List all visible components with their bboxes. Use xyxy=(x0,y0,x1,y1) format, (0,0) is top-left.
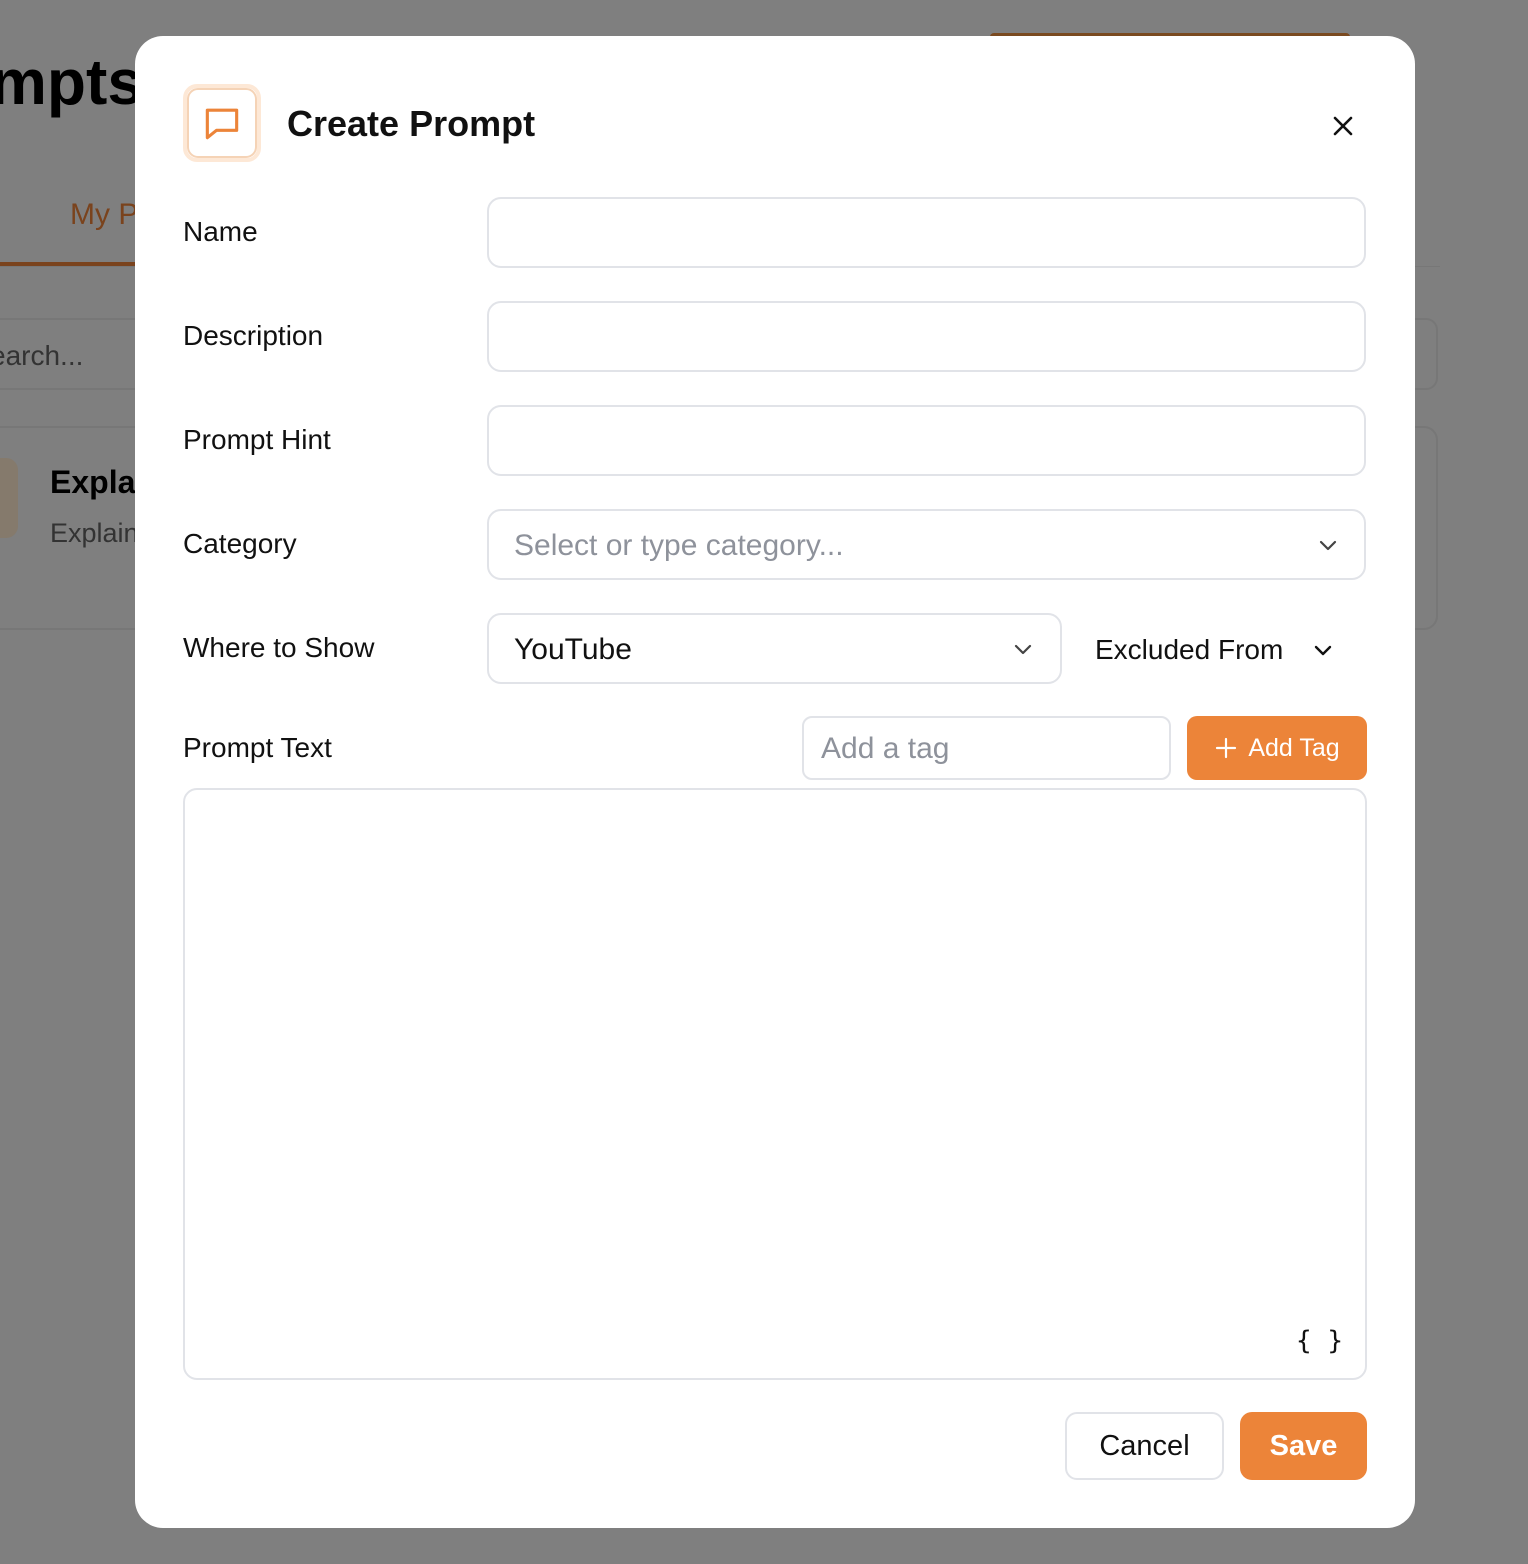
background-search-placeholder: earch... xyxy=(0,340,84,371)
chevron-down-icon xyxy=(1014,644,1032,655)
create-prompt-dialog: Create Prompt Name Description Prompt Hi… xyxy=(135,36,1415,1528)
tag-placeholder: Add a tag xyxy=(821,732,950,765)
prompt-text-area[interactable]: { } xyxy=(183,788,1367,1380)
excluded-from-label: Excluded From xyxy=(1095,634,1284,665)
background-tab-my-prompts: My P xyxy=(70,198,139,231)
category-placeholder: Select or type category... xyxy=(514,529,844,562)
plus-icon xyxy=(1216,737,1237,759)
name-label: Name xyxy=(183,216,258,247)
background-page-title: mpts xyxy=(0,46,143,118)
chevron-down-icon xyxy=(1315,645,1332,656)
where-to-show-value: YouTube xyxy=(514,633,632,666)
message-square-icon xyxy=(205,108,239,140)
prompt-hint-input[interactable] xyxy=(487,405,1366,476)
description-input[interactable] xyxy=(487,301,1366,372)
category-combobox[interactable]: Select or type category... xyxy=(487,509,1366,580)
variables-braces-icon[interactable]: { } xyxy=(1296,1326,1343,1356)
where-to-show-label: Where to Show xyxy=(183,632,375,663)
prompt-hint-label: Prompt Hint xyxy=(183,424,331,455)
where-to-show-select[interactable]: YouTube xyxy=(487,613,1062,684)
cancel-button[interactable]: Cancel xyxy=(1065,1412,1224,1480)
tag-input[interactable]: Add a tag xyxy=(802,716,1171,780)
close-button[interactable] xyxy=(1321,104,1365,148)
category-label: Category xyxy=(183,528,297,559)
prompt-text-label: Prompt Text xyxy=(183,732,332,763)
save-button[interactable]: Save xyxy=(1240,1412,1367,1480)
name-input[interactable] xyxy=(487,197,1366,268)
dialog-icon-badge xyxy=(183,84,261,162)
close-icon xyxy=(1333,116,1353,136)
background-card-title: Explai xyxy=(50,464,145,500)
description-label: Description xyxy=(183,320,324,351)
chevron-down-icon xyxy=(1319,540,1337,551)
add-tag-button[interactable]: Add Tag xyxy=(1187,716,1367,780)
dialog-title: Create Prompt xyxy=(287,103,536,144)
add-tag-label: Add Tag xyxy=(1248,733,1340,762)
background-card-icon xyxy=(0,458,18,538)
background-card-description: Explain xyxy=(50,518,139,548)
excluded-from-toggle[interactable]: Excluded From xyxy=(1095,630,1335,670)
